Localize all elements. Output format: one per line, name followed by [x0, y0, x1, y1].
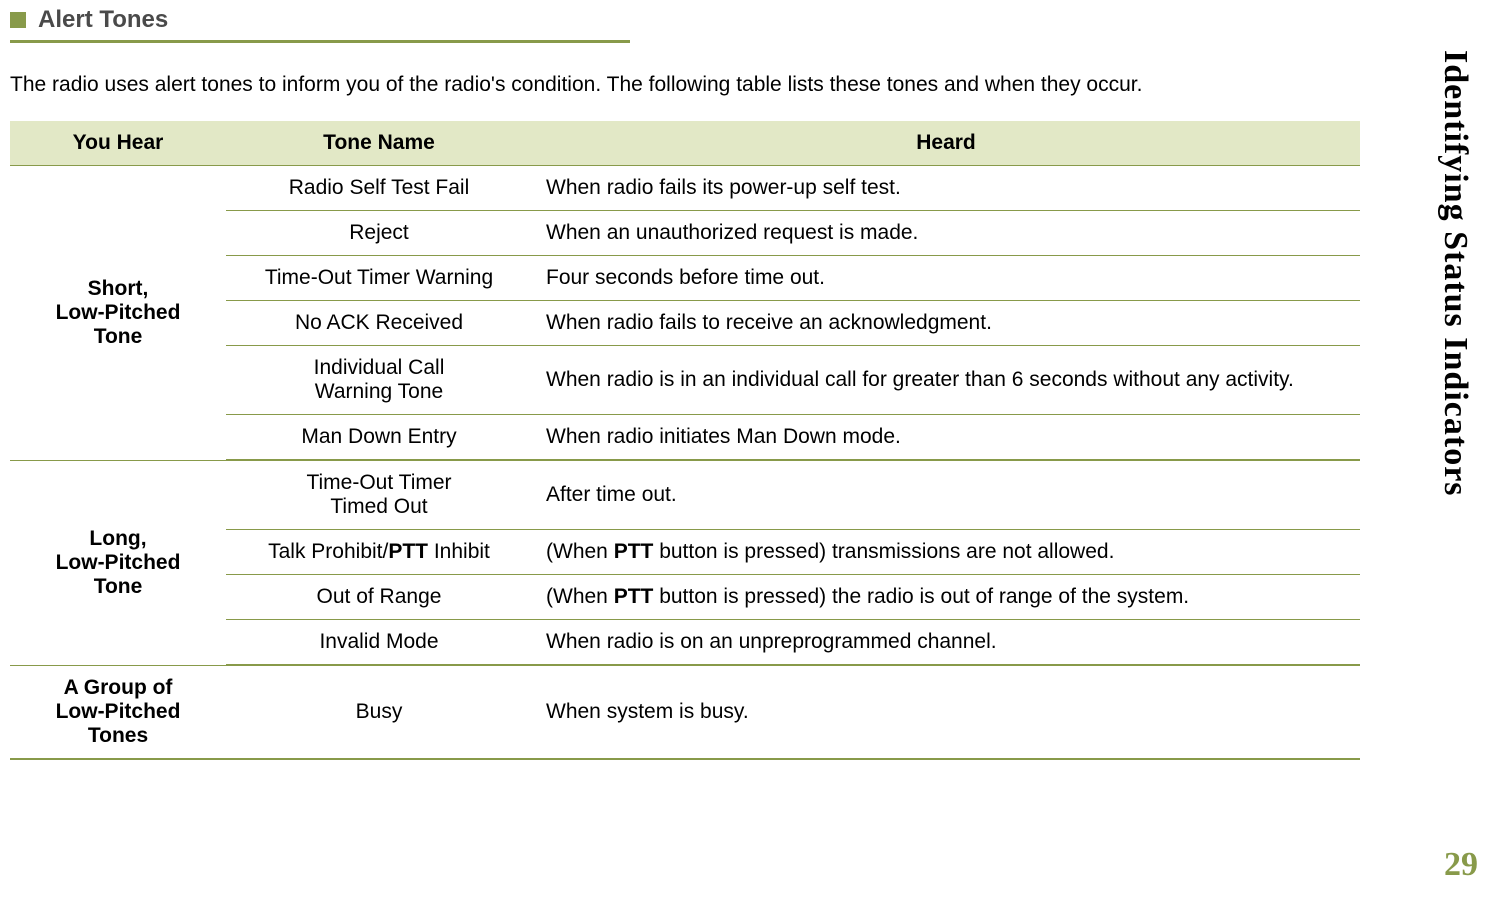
- col-tone-name: Tone Name: [226, 121, 532, 166]
- col-you-hear: You Hear: [10, 121, 226, 166]
- page-number: 29: [1444, 846, 1478, 884]
- col-heard: Heard: [532, 121, 1360, 166]
- table-row: A Group ofLow-PitchedTonesBusyWhen syste…: [10, 665, 1360, 759]
- tone-name-cell: Out of Range: [226, 575, 532, 620]
- tone-name-cell: Time-Out Timer Warning: [226, 256, 532, 301]
- tone-name-cell: Time-Out TimerTimed Out: [226, 460, 532, 530]
- heard-cell: (When PTT button is pressed) transmissio…: [532, 530, 1360, 575]
- you-hear-cell: Short,Low-PitchedTone: [10, 166, 226, 461]
- tone-name-cell: Invalid Mode: [226, 620, 532, 666]
- heard-cell: When radio fails its power-up self test.: [532, 166, 1360, 211]
- heard-cell: (When PTT button is pressed) the radio i…: [532, 575, 1360, 620]
- tone-name-cell: Radio Self Test Fail: [226, 166, 532, 211]
- table-header-row: You Hear Tone Name Heard: [10, 121, 1360, 166]
- table-row: Long,Low-PitchedToneTime-Out TimerTimed …: [10, 460, 1360, 530]
- you-hear-cell: A Group ofLow-PitchedTones: [10, 665, 226, 759]
- tone-name-cell: Busy: [226, 665, 532, 759]
- heading-bullet-icon: [10, 12, 26, 28]
- chapter-tab: Identifying Status Indicators: [1436, 50, 1474, 497]
- tone-name-cell: Man Down Entry: [226, 415, 532, 461]
- tone-name-cell: No ACK Received: [226, 301, 532, 346]
- heading-row: Alert Tones: [10, 6, 1360, 34]
- you-hear-cell: Long,Low-PitchedTone: [10, 460, 226, 665]
- tone-name-cell: Reject: [226, 211, 532, 256]
- tone-name-cell: Talk Prohibit/PTT Inhibit: [226, 530, 532, 575]
- heard-cell: When radio is in an individual call for …: [532, 346, 1360, 415]
- section-heading: Alert Tones: [38, 6, 168, 34]
- heard-cell: After time out.: [532, 460, 1360, 530]
- heard-cell: When system is busy.: [532, 665, 1360, 759]
- heard-cell: When radio is on an unpreprogrammed chan…: [532, 620, 1360, 666]
- page-content: Alert Tones The radio uses alert tones t…: [0, 6, 1400, 760]
- table-row: Short,Low-PitchedToneRadio Self Test Fai…: [10, 166, 1360, 211]
- heading-rule: [10, 40, 630, 43]
- alert-tones-table: You Hear Tone Name Heard Short,Low-Pitch…: [10, 121, 1360, 760]
- intro-paragraph: The radio uses alert tones to inform you…: [10, 73, 1360, 97]
- heard-cell: When radio initiates Man Down mode.: [532, 415, 1360, 461]
- heard-cell: When an unauthorized request is made.: [532, 211, 1360, 256]
- heard-cell: Four seconds before time out.: [532, 256, 1360, 301]
- tone-name-cell: Individual CallWarning Tone: [226, 346, 532, 415]
- heard-cell: When radio fails to receive an acknowled…: [532, 301, 1360, 346]
